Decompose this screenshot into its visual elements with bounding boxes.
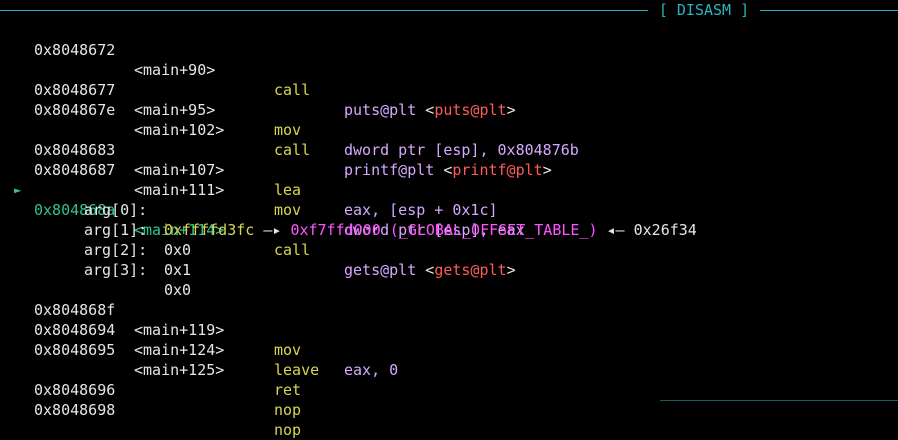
disasm-line[interactable]: 0x8048677 <main+95> mov dword ptr [esp],…	[0, 60, 898, 159]
call-argument[interactable]: arg[0]: 0xffffd3fc —▸ 0xf7ffd000 (_GLOBA…	[0, 180, 898, 239]
argument-name: arg[3]:	[84, 261, 157, 279]
section-divider	[660, 400, 898, 401]
instruction-mnemonic: mov	[274, 341, 302, 359]
instruction-symbol: <main+95>	[134, 101, 216, 119]
call-argument[interactable]: arg[1]: 0x0	[0, 200, 898, 259]
call-argument[interactable]: arg[3]: 0x0	[0, 240, 898, 299]
operand-text: <	[416, 261, 435, 279]
operand-text: <	[416, 101, 435, 119]
call-target: puts@plt	[344, 101, 417, 119]
header-rule-right	[760, 10, 898, 11]
disasm-title: [ DISASM ]	[658, 1, 750, 19]
disasm-line[interactable]: 0x8048696 nop	[0, 360, 898, 419]
instruction-mnemonic: nop	[274, 401, 302, 419]
plt-target: puts@plt	[434, 101, 507, 119]
plt-target: gets@plt	[434, 261, 507, 279]
operand-text: >	[506, 261, 516, 279]
disasm-line[interactable]: 0x8048687 <main+111> mov dword ptr [esp]…	[0, 140, 898, 239]
disasm-header: [ DISASM ]	[0, 0, 898, 20]
instruction-symbol: <main+124>	[134, 341, 225, 359]
instruction-address: 0x8048698	[34, 401, 116, 419]
disasm-line[interactable]: 0x804867e <main+102> call printf@plt <pr…	[0, 80, 898, 179]
call-target: gets@plt	[344, 261, 417, 279]
disasm-line[interactable]: 0x8048683 <main+107> lea eax, [esp + 0x1…	[0, 120, 898, 219]
header-rule-left	[0, 10, 648, 11]
argument-value: 0x1	[164, 261, 192, 279]
disasm-line-current[interactable]: ► 0x804868a <main+114> call gets@plt <ge…	[0, 160, 898, 279]
disasm-line[interactable]: 0x8048698 nop	[0, 380, 898, 439]
disasm-line[interactable]: 0x8048694 <main+124> leave	[0, 300, 898, 379]
operand-text: >	[506, 101, 516, 119]
instruction-address: 0x8048672	[34, 41, 116, 59]
disasm-line[interactable]: 0x804868f <main+119> mov eax, 0	[0, 280, 898, 379]
instruction-address: 0x804867e	[34, 101, 116, 119]
instruction-address: 0x8048695	[34, 341, 116, 359]
disasm-line[interactable]: 0x8048672 <main+90> call puts@plt <puts@…	[0, 20, 898, 119]
instruction-operands: puts@plt <puts@plt>	[344, 100, 516, 120]
instruction-mnemonic: nop	[274, 421, 302, 439]
instruction-operands: gets@plt <gets@plt>	[344, 260, 516, 280]
call-argument[interactable]: arg[2]: 0x1	[0, 220, 898, 279]
disasm-line[interactable]: 0x8048695 <main+125> ret	[0, 320, 898, 399]
